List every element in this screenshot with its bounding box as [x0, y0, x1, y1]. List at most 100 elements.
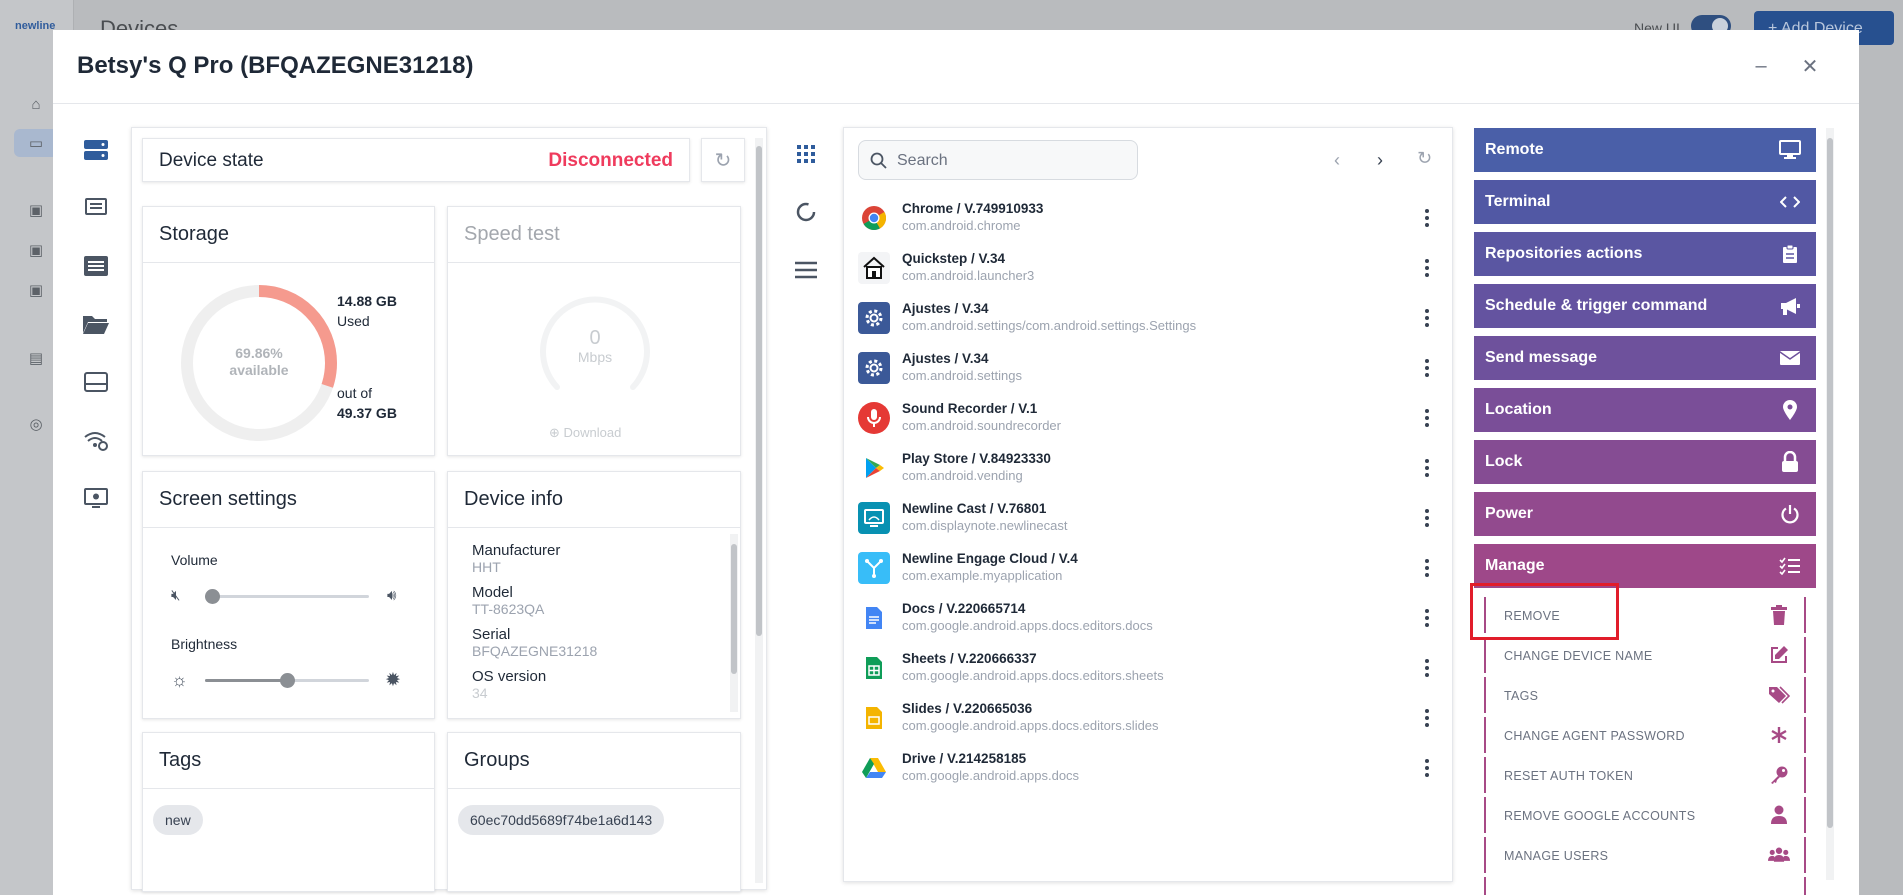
list-view-icon[interactable]: [792, 256, 820, 284]
app-menu-icon[interactable]: [1418, 205, 1436, 231]
nav-icon-c: ▣: [28, 282, 44, 299]
close-icon[interactable]: ✕: [1798, 54, 1822, 78]
overview-scrollbar[interactable]: [755, 138, 763, 883]
minimize-icon[interactable]: –: [1749, 54, 1773, 78]
volume-up-icon[interactable]: 🔊︎: [387, 587, 396, 604]
app-list-item[interactable]: Docs / V.220665714 com.google.android.ap…: [858, 593, 1438, 643]
app-package: com.android.soundrecorder: [902, 418, 1061, 433]
app-list-item[interactable]: Quickstep / V.34 com.android.launcher3: [858, 243, 1438, 293]
change-device-name-menu-item[interactable]: CHANGE DEVICE NAME: [1484, 637, 1806, 673]
grid-view-icon[interactable]: [792, 140, 820, 168]
device-info-field-label: Serial: [472, 626, 511, 643]
volume-slider[interactable]: [205, 589, 369, 604]
devices-nav-icon: ▭: [14, 129, 58, 157]
app-menu-icon[interactable]: [1418, 505, 1436, 531]
reset-auth-token-label: RESET AUTH TOKEN: [1504, 769, 1634, 783]
cast-icon: [858, 502, 890, 534]
app-menu-icon[interactable]: [1418, 755, 1436, 781]
schedule-trigger-command-button[interactable]: Schedule & trigger command: [1474, 284, 1816, 328]
manage-more-item[interactable]: [1484, 877, 1806, 895]
app-name: Sound Recorder / V.1: [902, 401, 1038, 416]
rail-storage-icon[interactable]: [81, 367, 111, 397]
loading-circle-icon[interactable]: [792, 198, 820, 226]
rail-device-state-icon[interactable]: [81, 135, 111, 165]
app-package: com.android.settings/com.android.setting…: [902, 318, 1197, 333]
app-menu-icon[interactable]: [1418, 255, 1436, 281]
download-label: Download: [563, 425, 622, 440]
device-info-field-value: TT-8623QA: [472, 601, 545, 617]
tag-chip[interactable]: new: [153, 805, 203, 835]
app-list-item[interactable]: Sound Recorder / V.1 com.android.soundre…: [858, 393, 1438, 443]
location-button[interactable]: Location: [1474, 388, 1816, 432]
app-list-item[interactable]: Newline Engage Cloud / V.4 com.example.m…: [858, 543, 1438, 593]
location-label: Location: [1485, 401, 1552, 418]
nav-icon-a: ▣: [28, 202, 44, 219]
brightness-high-icon[interactable]: ✹: [385, 669, 401, 692]
app-menu-icon[interactable]: [1418, 305, 1436, 331]
search-input[interactable]: [897, 150, 1117, 172]
repositories-actions-button[interactable]: Repositories actions: [1474, 232, 1816, 276]
device-info-card: Device info Manufacturer HHT Model TT-86…: [447, 471, 741, 719]
app-menu-icon[interactable]: [1418, 655, 1436, 681]
rail-messages-icon[interactable]: [81, 193, 111, 223]
refresh-apps-icon[interactable]: ↻: [1417, 148, 1432, 169]
device-state-status: Disconnected: [548, 150, 673, 171]
device-info-scrollbar[interactable]: [730, 534, 738, 712]
tags-menu-item[interactable]: TAGS: [1484, 677, 1806, 713]
volume-slider-thumb[interactable]: [205, 589, 220, 604]
app-menu-icon[interactable]: [1418, 405, 1436, 431]
power-button[interactable]: Power: [1474, 492, 1816, 536]
app-list-item[interactable]: Newline Cast / V.76801 com.displaynote.n…: [858, 493, 1438, 543]
app-package: com.example.myapplication: [902, 568, 1063, 583]
app-package: com.google.android.apps.docs: [902, 768, 1080, 783]
rail-screen-settings-icon[interactable]: [81, 483, 111, 513]
terminal-button[interactable]: Terminal: [1474, 180, 1816, 224]
app-package: com.google.android.apps.docs.editors.sli…: [902, 718, 1159, 733]
groups-title: Groups: [464, 749, 530, 771]
send-message-button[interactable]: Send message: [1474, 336, 1816, 380]
device-overview-panel: Device state Disconnected ↻ Storage 69.8…: [131, 127, 767, 892]
download-button[interactable]: ⊕ Download: [549, 425, 621, 441]
rail-list-icon[interactable]: [81, 251, 111, 281]
app-list-item[interactable]: Ajustes / V.34 com.android.settings: [858, 343, 1438, 393]
group-chip[interactable]: 60ec70dd5689f74be1a6d143: [458, 805, 665, 835]
mute-icon[interactable]: 🔇︎: [171, 587, 180, 604]
manage-users-menu-item[interactable]: MANAGE USERS: [1484, 837, 1806, 873]
app-list-item[interactable]: Chrome / V.749910933 com.android.chrome: [858, 193, 1438, 243]
app-list-item[interactable]: Ajustes / V.34 com.android.settings/com.…: [858, 293, 1438, 343]
search-field[interactable]: [858, 140, 1138, 180]
lock-button[interactable]: Lock: [1474, 440, 1816, 484]
app-list-item[interactable]: Play Store / V.84923330 com.android.vend…: [858, 443, 1438, 493]
app-menu-icon[interactable]: [1418, 455, 1436, 481]
manage-button[interactable]: Manage: [1474, 544, 1816, 588]
actions-scrollbar[interactable]: [1826, 128, 1834, 880]
apps-panel: ‹ › ↻ Chrome / V.749910933 com.android.c…: [843, 127, 1453, 882]
reset-auth-token-menu-item[interactable]: RESET AUTH TOKEN: [1484, 757, 1806, 793]
next-page-icon[interactable]: ›: [1377, 150, 1383, 171]
change-agent-password-menu-item[interactable]: CHANGE AGENT PASSWORD: [1484, 717, 1806, 753]
drive-icon: [858, 752, 890, 784]
app-menu-icon[interactable]: [1418, 705, 1436, 731]
prev-page-icon[interactable]: ‹: [1334, 150, 1340, 171]
brightness-slider[interactable]: [205, 673, 369, 688]
home-icon: [858, 252, 890, 284]
app-name: Ajustes / V.34: [902, 351, 989, 366]
remove-google-accounts-menu-item[interactable]: REMOVE GOOGLE ACCOUNTS: [1484, 797, 1806, 833]
app-list-item[interactable]: Slides / V.220665036 com.google.android.…: [858, 693, 1438, 743]
nav-icon-b: ▣: [28, 242, 44, 259]
brightness-slider-thumb[interactable]: [279, 673, 295, 688]
app-list-item[interactable]: Drive / V.214258185 com.google.android.a…: [858, 743, 1438, 793]
remote-button[interactable]: Remote: [1474, 128, 1816, 172]
brightness-low-icon[interactable]: ☼: [171, 670, 188, 691]
app-name: Play Store / V.84923330: [902, 451, 1051, 466]
code-icon: [1778, 190, 1802, 214]
app-menu-icon[interactable]: [1418, 555, 1436, 581]
app-list-item[interactable]: Sheets / V.220666337 com.google.android.…: [858, 643, 1438, 693]
rail-folder-icon[interactable]: [81, 309, 111, 339]
rail-wifi-settings-icon[interactable]: [81, 425, 111, 455]
download-icon: ⊕: [549, 425, 560, 440]
app-menu-icon[interactable]: [1418, 605, 1436, 631]
app-menu-icon[interactable]: [1418, 355, 1436, 381]
device-info-field: Serial BFQAZEGNE31218: [472, 626, 597, 660]
refresh-state-button[interactable]: ↻: [701, 138, 745, 182]
